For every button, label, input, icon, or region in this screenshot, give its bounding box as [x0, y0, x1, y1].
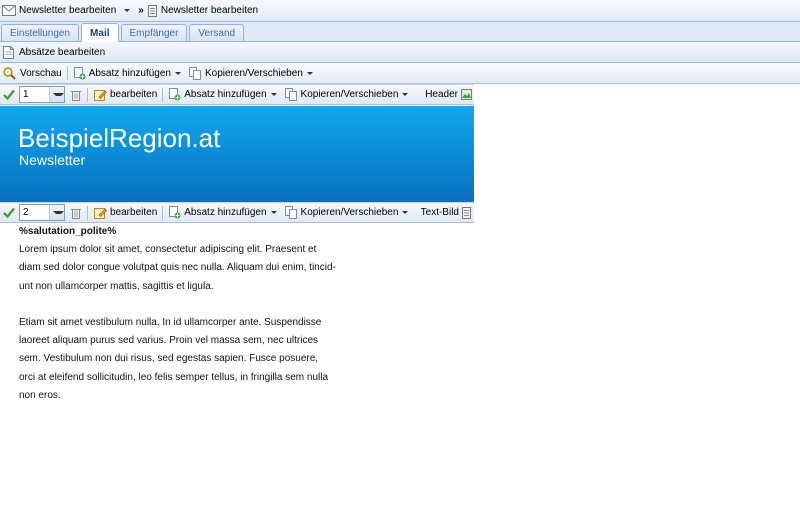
add-paragraph-label: Absatz hinzufügen	[184, 89, 267, 100]
paragraph-line: diam sed dolor congue volutpat quis nec …	[19, 262, 336, 274]
text-document-icon	[462, 206, 471, 219]
block-type-label: Text-Bild	[420, 207, 459, 218]
breadcrumb-separator: »	[138, 5, 144, 16]
tab-mail[interactable]: Mail	[81, 23, 119, 42]
chevron-down-icon	[402, 93, 409, 96]
edit-label: bearbeiten	[110, 207, 158, 218]
chevron-down-icon	[49, 87, 64, 102]
chevron-down-icon	[174, 71, 181, 75]
copy-move-label: Kopieren/Verschieben	[204, 67, 303, 79]
toolbar-divider	[162, 87, 164, 102]
edit-button[interactable]: bearbeiten	[94, 207, 157, 219]
main-toolbar: Vorschau Absatz hinzufügen Kopieren/Vers…	[0, 63, 800, 84]
banner-subtitle: Newsletter	[19, 152, 86, 168]
paragraph-line: unt non ullamcorper mattis, sagittis et …	[19, 280, 214, 292]
block-toolbar-text-image: 2 bearbeiten Absatz hinzufügen Kopieren/…	[0, 202, 474, 223]
tab-empfaenger[interactable]: Empfänger	[120, 24, 188, 41]
copy-move-label: Kopieren/Verschieben	[300, 207, 399, 218]
edit-button[interactable]: bearbeiten	[94, 89, 157, 101]
chevron-down-icon	[270, 211, 277, 214]
add-page-icon	[169, 206, 181, 219]
page-edit-icon	[3, 45, 14, 59]
add-paragraph-menu[interactable]: Absatz hinzufügen	[169, 206, 277, 219]
add-page-icon	[169, 88, 181, 101]
add-paragraph-label: Absatz hinzufügen	[88, 67, 171, 79]
copy-move-menu[interactable]: Kopieren/Verschieben	[284, 206, 409, 219]
paragraph-line: sem. Vestibulum non dui risus, sed egest…	[19, 353, 319, 365]
checkmark-icon[interactable]	[3, 207, 15, 219]
chevron-down-icon	[124, 9, 131, 12]
chevron-down-icon	[402, 211, 409, 214]
tab-einstellungen[interactable]: Einstellungen	[1, 24, 80, 41]
breadcrumb-first-label: Newsletter bearbeiten	[19, 5, 117, 16]
document-icon	[147, 4, 157, 17]
breadcrumb: Newsletter bearbeiten » Newsletter bearb…	[0, 0, 800, 22]
block-toolbar-header: 1 bearbeiten Absatz hinzufügen Kopieren/…	[0, 84, 474, 105]
add-paragraph-label: Absatz hinzufügen	[184, 207, 267, 218]
panel-title: Absätze bearbeiten	[19, 46, 106, 58]
chevron-down-icon	[49, 205, 64, 220]
magnifier-icon	[3, 66, 16, 80]
paragraph-line: orci at eleifend sollicitudin, leo felis…	[19, 371, 329, 383]
position-value: 2	[23, 207, 29, 218]
salutation-placeholder: %salutation_polite%	[19, 226, 117, 237]
checkmark-icon[interactable]	[3, 89, 15, 101]
position-select[interactable]: 2	[19, 204, 65, 221]
copy-move-menu[interactable]: Kopieren/Verschieben	[188, 66, 313, 80]
breadcrumb-current[interactable]: Newsletter bearbeiten	[161, 5, 258, 16]
panel-header: Absätze bearbeiten	[0, 42, 800, 63]
chevron-down-icon	[306, 71, 313, 75]
paragraph-line: Etiam sit amet vestibulum nulla. In id u…	[19, 317, 322, 329]
add-paragraph-menu[interactable]: Absatz hinzufügen	[73, 66, 181, 80]
paragraph-spacer	[19, 296, 349, 314]
copy-icon	[284, 206, 298, 219]
preview-button[interactable]: Vorschau	[3, 66, 62, 80]
edit-icon	[94, 207, 107, 219]
toolbar-divider	[162, 205, 164, 220]
edit-icon	[94, 89, 107, 101]
chevron-down-icon	[270, 93, 277, 96]
copy-icon	[284, 88, 298, 101]
add-page-icon	[73, 66, 86, 80]
image-icon	[461, 89, 472, 100]
newsletter-header-banner: BeispielRegion.at Newsletter	[0, 106, 474, 202]
copy-icon	[188, 66, 202, 80]
block-type-label: Header	[425, 89, 458, 100]
envelope-icon	[2, 5, 16, 16]
text-block-content: %salutation_polite% Lorem ipsum dolor si…	[19, 223, 349, 405]
toolbar-divider	[87, 87, 88, 102]
copy-move-menu[interactable]: Kopieren/Verschieben	[284, 88, 409, 101]
paragraph-line: non eros.	[19, 389, 61, 401]
position-select[interactable]: 1	[19, 86, 65, 103]
edit-label: bearbeiten	[110, 89, 158, 100]
delete-icon[interactable]	[70, 207, 82, 219]
position-value: 1	[23, 89, 29, 100]
copy-move-label: Kopieren/Verschieben	[300, 89, 399, 100]
toolbar-divider	[87, 205, 88, 220]
paragraph-line: laoreet aliquam purus sed varius. Proin …	[19, 335, 319, 347]
paragraph-line: Lorem ipsum dolor sit amet, consectetur …	[19, 244, 317, 256]
tab-versand[interactable]: Versand	[189, 24, 245, 41]
breadcrumb-newsletter-menu[interactable]: Newsletter bearbeiten	[19, 5, 131, 16]
delete-icon[interactable]	[70, 89, 82, 101]
add-paragraph-menu[interactable]: Absatz hinzufügen	[169, 88, 277, 101]
toolbar-divider	[66, 66, 68, 80]
banner-title: BeispielRegion.at	[18, 123, 221, 153]
preview-label: Vorschau	[20, 67, 62, 79]
tab-strip: Einstellungen Mail Empfänger Versand	[0, 22, 800, 42]
